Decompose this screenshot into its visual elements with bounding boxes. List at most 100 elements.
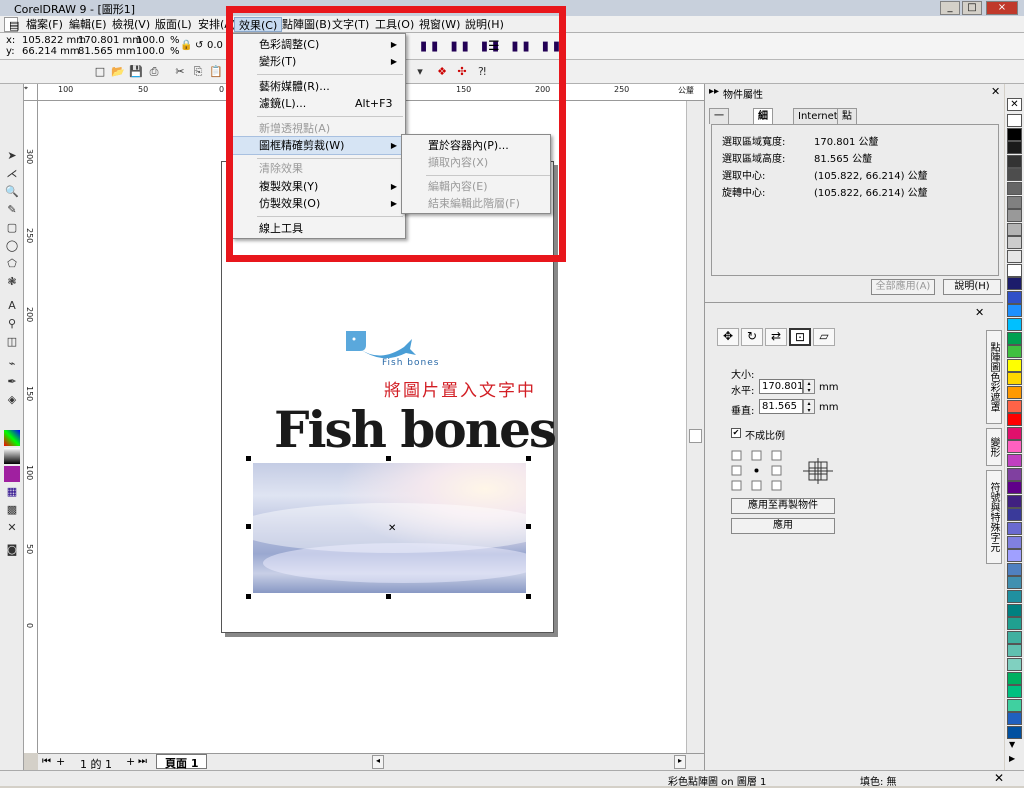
add-page-after-icon[interactable]: + (126, 755, 135, 768)
menu-layout[interactable]: 版面(L) (151, 17, 196, 32)
first-page-icon[interactable]: ⏮ (42, 756, 51, 767)
color-swatch[interactable] (1007, 413, 1022, 427)
position-icon[interactable]: ✥ (717, 328, 739, 346)
color-swatch[interactable] (1007, 154, 1022, 168)
selection-handle[interactable] (246, 456, 251, 461)
close-docker-icon[interactable]: ✕ (991, 85, 1000, 98)
pattern-fill-icon[interactable] (4, 466, 20, 482)
collapse-icon[interactable]: ▸▸ (709, 86, 719, 97)
color-swatch[interactable] (1007, 712, 1022, 726)
outline-tool-icon[interactable]: ✒ (4, 374, 20, 390)
color-swatch[interactable] (1007, 236, 1022, 250)
color-swatch[interactable] (1007, 671, 1022, 685)
selection-handle[interactable] (246, 524, 251, 529)
rectangle-tool-icon[interactable]: ▢ (4, 220, 20, 236)
fill-tool-icon[interactable]: ◈ (4, 392, 20, 408)
tab-bitmap[interactable]: 點陣圖 (837, 108, 857, 154)
close-transform-icon[interactable]: ✕ (975, 306, 984, 319)
color-swatch[interactable] (1007, 222, 1022, 236)
center-marker-icon[interactable]: ✕ (388, 523, 396, 534)
color-swatch[interactable] (1007, 508, 1022, 522)
no-fill-icon[interactable]: ✕ (4, 520, 20, 536)
scale-x-field[interactable]: 100.0 (136, 35, 165, 46)
print-icon[interactable]: ⎙ (146, 64, 162, 80)
zoom-tool-icon[interactable]: 🔍 (4, 184, 20, 200)
color-swatch[interactable] (1007, 399, 1022, 413)
transparency-tool-icon[interactable]: ◫ (4, 334, 20, 350)
skew-icon[interactable]: ▱ (813, 328, 835, 346)
color-swatch[interactable] (1007, 304, 1022, 318)
color-swatch[interactable] (1007, 644, 1022, 658)
palette-scroll-down-icon[interactable]: ▼ (1009, 740, 1015, 749)
tab-details[interactable]: 細節 (753, 108, 773, 138)
add-page-before-icon[interactable]: + (56, 755, 65, 768)
help-button[interactable]: 說明(H) (943, 279, 1001, 295)
cloud-bitmap[interactable]: ✕ (253, 463, 526, 593)
color-swatch[interactable] (1007, 522, 1022, 535)
fish-bones-heading[interactable]: Fish bones (274, 400, 557, 459)
apply-button[interactable]: 應用 (731, 518, 835, 534)
ellipse-tool-icon[interactable]: ◯ (4, 238, 20, 254)
open-icon[interactable]: 📂 (110, 64, 126, 80)
nonprop-checkbox[interactable]: ✔ (731, 428, 741, 438)
color-swatch[interactable] (1007, 590, 1022, 603)
fill-dialog-icon[interactable]: ◙ (4, 542, 20, 558)
tab-internet[interactable]: Internet (793, 108, 843, 124)
scale-mirror-icon[interactable]: ⇄ (765, 328, 787, 346)
color-swatch[interactable] (1007, 127, 1022, 141)
anchor-grid-icon[interactable] (731, 450, 783, 492)
menu-edit[interactable]: 編輯(E) (65, 17, 111, 32)
polygon-tool-icon[interactable]: ⬠ (4, 256, 20, 272)
x-field[interactable]: 105.822 mm (22, 35, 86, 46)
color-swatch[interactable] (1007, 481, 1022, 495)
scroll-thumb[interactable] (689, 429, 702, 443)
color-swatch[interactable] (1007, 658, 1022, 671)
color-swatch[interactable] (1007, 209, 1022, 223)
apply-to-duplicate-button[interactable]: 應用至再製物件 (731, 498, 835, 514)
color-swatch[interactable] (1007, 440, 1022, 454)
postscript-fill-icon[interactable]: ▩ (4, 502, 20, 518)
apply-all-button[interactable]: 全部應用(A) (871, 279, 935, 295)
menu-view[interactable]: 檢視(V) (108, 17, 154, 32)
color-palette-icon[interactable] (4, 430, 20, 446)
color-swatch[interactable] (1007, 277, 1022, 291)
selection-handle[interactable] (526, 524, 531, 529)
color-swatch[interactable] (1007, 494, 1022, 508)
color-swatch[interactable] (1007, 358, 1022, 372)
color-swatch[interactable] (1007, 426, 1022, 440)
selection-handle[interactable] (526, 456, 531, 461)
color-swatch[interactable] (1007, 386, 1022, 399)
color-swatch[interactable] (1007, 141, 1022, 155)
selection-handle[interactable] (386, 594, 391, 599)
size-icon[interactable]: ⊡ (789, 328, 811, 346)
cut-icon[interactable]: ✂ (172, 64, 188, 80)
color-swatch[interactable] (1007, 290, 1022, 304)
pick-tool-icon[interactable]: ➤ (4, 148, 20, 164)
color-swatch[interactable] (1007, 630, 1022, 644)
y-field[interactable]: 66.214 mm (22, 46, 80, 57)
palette-scroll-end-icon[interactable]: ▶ (1009, 754, 1015, 763)
page-tab[interactable]: 頁面 1 (156, 754, 208, 770)
height-spinner-icon[interactable]: ▴ ▾ (803, 399, 815, 414)
paste-icon[interactable]: 📋 (208, 64, 224, 80)
color-swatch[interactable] (1007, 182, 1022, 195)
texture-fill-icon[interactable]: ▦ (4, 484, 20, 500)
eyedropper-tool-icon[interactable]: ⌁ (4, 356, 20, 372)
menu-file[interactable]: 檔案(F) (22, 17, 67, 32)
maximize-button[interactable]: □ (962, 1, 982, 15)
color-swatch[interactable] (1007, 698, 1022, 712)
color-swatch[interactable] (1007, 603, 1022, 617)
ruler-corner[interactable]: ⌖ (24, 84, 38, 101)
color-swatch[interactable] (1007, 345, 1022, 359)
save-icon[interactable]: 💾 (128, 64, 144, 80)
last-page-icon[interactable]: ⏭ (138, 756, 147, 767)
scroll-right-icon[interactable]: ▸ (674, 755, 686, 769)
color-swatch[interactable] (1007, 250, 1022, 263)
rotation-field[interactable]: 0.0 (207, 40, 223, 51)
color-swatch[interactable] (1007, 617, 1022, 631)
text-tool-icon[interactable]: A (4, 298, 20, 314)
color-swatch[interactable] (1007, 114, 1022, 127)
selection-handle[interactable] (246, 594, 251, 599)
shape-tool-icon[interactable]: ⋌ (4, 166, 20, 182)
width-input[interactable]: 170.801 (759, 379, 803, 394)
